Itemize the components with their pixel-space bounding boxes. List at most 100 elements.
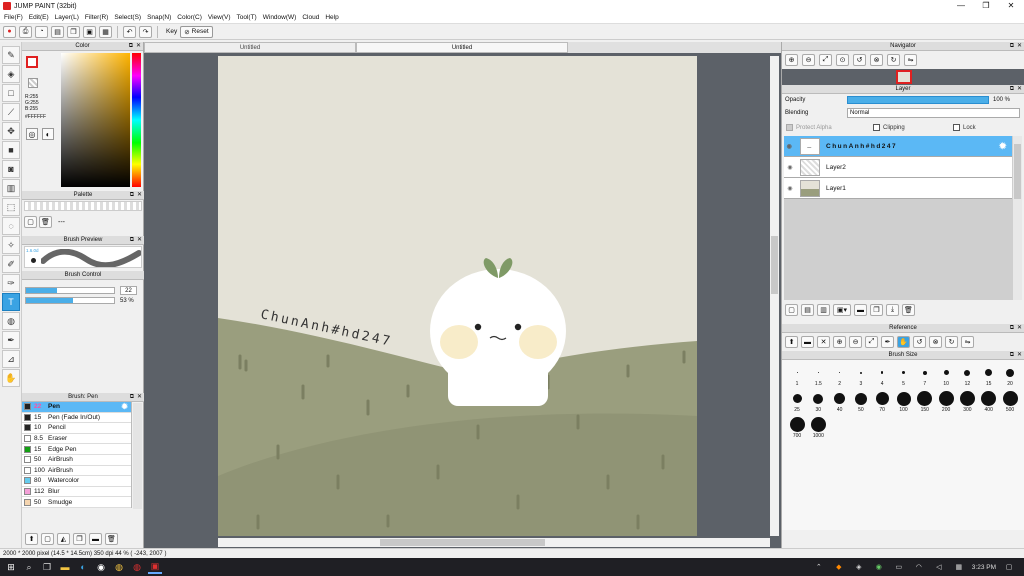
brush-tool-icon[interactable]: ✎	[2, 46, 20, 64]
protect-alpha-checkbox[interactable]	[786, 124, 793, 131]
text-tool-icon[interactable]: T	[2, 293, 20, 311]
redo-icon[interactable]: ↷	[139, 25, 152, 38]
rect-select-tool-icon[interactable]: □	[2, 84, 20, 102]
canvas-h-scrollbar[interactable]	[218, 538, 770, 547]
visibility-icon[interactable]: ◉	[784, 164, 796, 171]
ref-zoom-out-icon[interactable]: ⊖	[849, 336, 862, 348]
color-wheel-icon[interactable]: ◎	[26, 128, 38, 140]
brush-list-item[interactable]: 8.5 Eraser	[22, 433, 131, 445]
brush-size-option[interactable]: 7	[915, 364, 935, 387]
brush-delete-icon[interactable]: 🗑	[105, 533, 118, 545]
add-layer-menu-icon[interactable]: ▣▾	[833, 304, 851, 316]
line-tool-icon[interactable]: ⟋	[2, 103, 20, 121]
layer-row-2[interactable]: ◉ Layer2	[784, 157, 1012, 178]
brush-copy-icon[interactable]: ❐	[73, 533, 86, 545]
clipping-checkbox[interactable]	[873, 124, 880, 131]
brush-upload-icon[interactable]: ⬆	[25, 533, 38, 545]
tray-wifi-icon[interactable]: ◠	[912, 560, 926, 574]
ref-fit-icon[interactable]: ⤢	[865, 336, 878, 348]
brush-size-option[interactable]: 300	[957, 390, 977, 413]
brush-size-option[interactable]: 4	[872, 364, 892, 387]
visibility-icon[interactable]: ◉	[784, 185, 796, 192]
brush-size-option[interactable]: 3	[851, 364, 871, 387]
layer-settings-icon[interactable]: ✹	[999, 141, 1008, 152]
gradient-tool-icon[interactable]: ▥	[2, 179, 20, 197]
drawing-canvas[interactable]: ChunAnh#hd247	[218, 56, 697, 536]
canvas-v-scrollbar[interactable]	[770, 56, 779, 536]
brush-size-option[interactable]: 20	[1000, 364, 1020, 387]
lock-checkbox[interactable]	[953, 124, 960, 131]
menu-window[interactable]: Window(W)	[263, 14, 297, 21]
task-view-icon[interactable]: ❐	[40, 560, 54, 574]
ref-rotate-left-icon[interactable]: ↺	[913, 336, 926, 348]
brush-opacity-slider[interactable]	[25, 297, 115, 304]
menu-layer[interactable]: Layer(L)	[55, 14, 79, 21]
eyedropper-tool-icon[interactable]: ⊿	[2, 350, 20, 368]
palette-swatches[interactable]	[24, 201, 142, 211]
brush-list-item[interactable]: 10 Pencil	[22, 423, 131, 434]
panel-float-icon[interactable]: ⧉	[1010, 352, 1014, 359]
ref-rotate-right-icon[interactable]: ↻	[945, 336, 958, 348]
brush-size-input[interactable]: 22	[120, 286, 137, 295]
menu-help[interactable]: Help	[325, 14, 338, 21]
flip-icon[interactable]: ⇋	[904, 54, 917, 66]
panel-close-icon[interactable]: ✕	[1017, 43, 1022, 50]
brush-list-item[interactable]: 112 Blur	[22, 486, 131, 498]
notifications-icon[interactable]: ▢	[1002, 560, 1016, 574]
ref-flip-icon[interactable]: ⇋	[961, 336, 974, 348]
layer-row-text[interactable]: ◉ — ChunAnh#hd247 ✹	[784, 136, 1012, 157]
panel-close-icon[interactable]: ✕	[1017, 325, 1022, 332]
brush-fill-icon[interactable]: ◭	[57, 533, 70, 545]
visibility-icon[interactable]: ◉	[784, 143, 796, 150]
brush-list-item[interactable]: 15 Edge Pen	[22, 444, 131, 455]
tray-expand-icon[interactable]: ⌃	[812, 560, 826, 574]
panel-float-icon[interactable]: ⧉	[1010, 325, 1014, 332]
brush-size-option[interactable]: 15	[979, 364, 999, 387]
layer-row-1[interactable]: ◉ Layer1	[784, 178, 1012, 199]
pipette-tool-icon[interactable]: ✒	[2, 331, 20, 349]
panel-float-icon[interactable]: ⧉	[130, 237, 134, 244]
hue-slider[interactable]	[132, 53, 141, 187]
tray-language-icon[interactable]: ▦	[952, 560, 966, 574]
ref-hand-icon[interactable]: ✋	[897, 336, 910, 348]
edge-icon[interactable]: ◐	[76, 560, 90, 574]
move-tool-icon[interactable]: ✥	[2, 122, 20, 140]
menu-snap[interactable]: Snap(N)	[147, 14, 171, 21]
new-icon[interactable]: ●	[3, 25, 16, 38]
panel-close-icon[interactable]: ✕	[136, 43, 141, 50]
message-icon[interactable]: ▤	[51, 25, 64, 38]
panel-close-icon[interactable]: ✕	[137, 237, 142, 244]
new-layer-1bit-icon[interactable]: ▥	[817, 304, 830, 316]
menu-select[interactable]: Select(S)	[114, 14, 141, 21]
brush-size-option[interactable]: 50	[851, 390, 871, 413]
jump-paint-taskbar-icon[interactable]: ▣	[148, 560, 162, 574]
fill-rect-tool-icon[interactable]: ■	[2, 141, 20, 159]
brush-size-option[interactable]: 200	[936, 390, 956, 413]
brush-list-item[interactable]: 50 AirBrush	[22, 454, 131, 466]
magic-wand-tool-icon[interactable]: ✧	[2, 236, 20, 254]
tray-volume-icon[interactable]: ◁	[932, 560, 946, 574]
panel-float-icon[interactable]: ⧉	[1010, 43, 1014, 50]
ref-upload-icon[interactable]: ⬆	[785, 336, 798, 348]
brush-size-option[interactable]: 400	[979, 390, 999, 413]
brush-size-slider[interactable]	[25, 287, 115, 294]
menu-file[interactable]: File(F)	[4, 14, 23, 21]
camera-icon[interactable]: ◉	[94, 560, 108, 574]
menu-cloud[interactable]: Cloud	[302, 14, 319, 21]
undo-icon[interactable]: ↶	[123, 25, 136, 38]
tab-untitled-2[interactable]: Untitled	[356, 42, 568, 53]
brush-size-option[interactable]: 100	[894, 390, 914, 413]
panel-float-icon[interactable]: ⧉	[130, 192, 134, 199]
zoom-in-icon[interactable]: ⊕	[785, 54, 798, 66]
brush-size-option[interactable]: 30	[808, 390, 828, 413]
menu-color[interactable]: Color(C)	[177, 14, 202, 21]
brush-size-option[interactable]: 25	[787, 390, 807, 413]
maximize-button[interactable]: ❐	[974, 0, 998, 12]
eraser-tool-icon[interactable]: ◈	[2, 65, 20, 83]
tray-app2-icon[interactable]: ◈	[852, 560, 866, 574]
zoom-out-icon[interactable]: ⊖	[802, 54, 815, 66]
panel-close-icon[interactable]: ✕	[137, 394, 142, 401]
panel-float-icon[interactable]: ⧉	[130, 394, 134, 401]
tab-untitled-1[interactable]: Untitled	[144, 42, 356, 53]
bucket-tool-icon[interactable]: ◙	[2, 160, 20, 178]
